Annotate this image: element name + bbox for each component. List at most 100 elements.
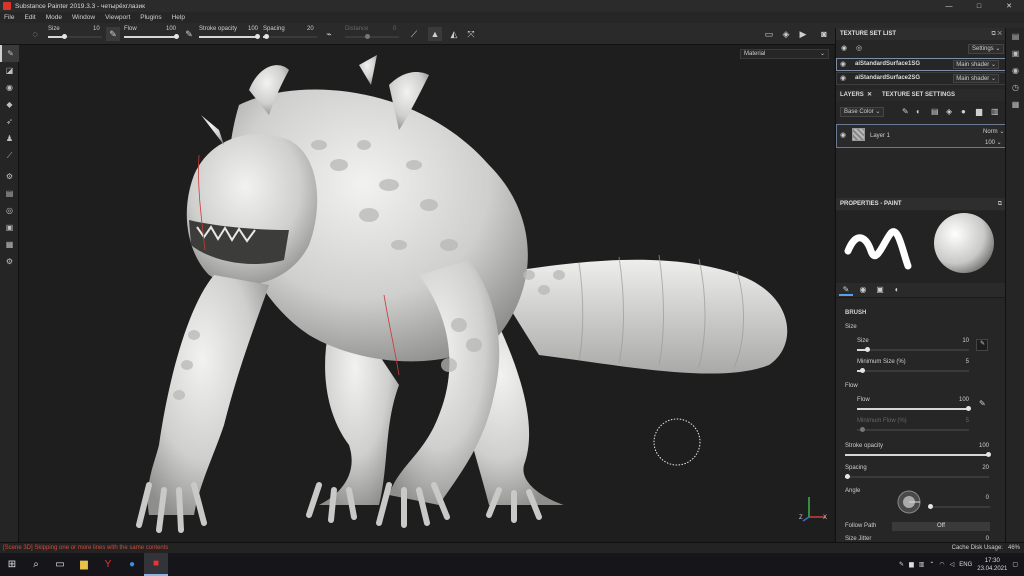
flow-pressure-icon[interactable]: ✎ — [182, 27, 196, 41]
display-mode-icon[interactable]: ◈ — [779, 27, 793, 41]
stencil-tab-icon[interactable]: ▣ — [873, 285, 887, 296]
projection-icon[interactable]: ◉ — [0, 79, 19, 96]
texture-set-row[interactable]: ◉ aiStandardSurface2SG Main shader ⌄ — [836, 72, 1006, 85]
clock[interactable]: 17:30 23.04.2021 — [977, 557, 1007, 573]
maximize-button[interactable]: □ — [964, 0, 994, 12]
layer-opacity[interactable]: 100 ⌄ — [985, 139, 1002, 146]
chevron-up-icon[interactable]: ⌃ — [929, 561, 934, 568]
export-icon[interactable]: ▦ — [0, 236, 19, 253]
notifications-icon[interactable]: ▢ — [1012, 561, 1018, 568]
panel-window-icons[interactable]: ⧉ ✕ — [991, 28, 1002, 40]
material-tab-icon[interactable]: ◐ — [890, 285, 904, 296]
stack-icon[interactable]: ▤ — [931, 107, 939, 116]
substance-painter-taskbar-icon[interactable]: ■ — [144, 553, 168, 576]
bake-icon[interactable]: ⚙ — [0, 168, 19, 185]
symmetry-settings-icon[interactable]: ◭ — [447, 27, 461, 41]
menu-file[interactable]: File — [4, 14, 14, 21]
angle-slider[interactable] — [928, 506, 990, 508]
settings-icon[interactable]: ⚙ — [0, 253, 19, 270]
spacing-slider[interactable] — [845, 476, 989, 478]
eye-toggle-icon[interactable]: ◎ — [856, 44, 862, 52]
smudge-icon[interactable]: ➶ — [0, 113, 19, 130]
trash-icon[interactable]: ▥ — [991, 107, 999, 116]
wifi-icon[interactable]: ◠ — [939, 561, 944, 568]
min-size-value[interactable]: 5 — [939, 359, 969, 365]
fill-layer-icon[interactable]: ◈ — [946, 107, 952, 116]
close-button[interactable]: ✕ — [994, 0, 1024, 12]
folder-tray-icon[interactable]: ▆ — [909, 561, 914, 568]
menu-plugins[interactable]: Plugins — [140, 14, 161, 21]
log-icon[interactable]: ▦ — [1006, 96, 1024, 113]
symmetry-icon[interactable]: ▲ — [428, 27, 442, 41]
menu-help[interactable]: Help — [172, 14, 185, 21]
pen-tray-icon[interactable]: ✎ — [899, 561, 904, 568]
layer-name[interactable]: Layer 1 — [870, 133, 890, 139]
layer-eye-icon[interactable]: ◉ — [840, 131, 846, 139]
3d-viewport[interactable]: Z X Material ⌄ — [19, 45, 834, 542]
toolbar-size-value[interactable]: 10 — [93, 26, 100, 32]
photoshop-export-icon[interactable]: ▣ — [0, 219, 19, 236]
viewport-channel-select[interactable]: Material ⌄ — [740, 49, 829, 59]
flow-value[interactable]: 100 — [939, 397, 969, 403]
minimize-button[interactable]: — — [934, 0, 964, 12]
toolbar-flow-value[interactable]: 100 — [166, 26, 176, 32]
yandex-browser-icon[interactable]: Y — [96, 553, 120, 576]
toolbar-spacing-value[interactable]: 20 — [307, 26, 314, 32]
layer-row[interactable]: ◉ Layer 1 Norm ⌄ 100 ⌄ — [836, 124, 1006, 148]
close-icon[interactable]: ✕ — [867, 89, 872, 101]
windows-start-icon[interactable]: ⊞ — [0, 553, 24, 576]
stroke-opacity-value[interactable]: 100 — [959, 443, 989, 449]
blend-mode-dropdown[interactable]: Norm ⌄ — [983, 128, 1004, 135]
shader-dropdown[interactable]: Main shader ⌄ — [953, 60, 999, 69]
symmetry-mirror-icon[interactable]: ⤧ — [464, 27, 478, 41]
panel-window-icons[interactable]: ⧉ — [998, 198, 1002, 210]
menu-viewport[interactable]: Viewport — [105, 14, 130, 21]
language-indicator[interactable]: ENG — [959, 562, 972, 568]
brush-tab-icon[interactable]: ✎ — [839, 285, 853, 296]
add-effect-icon[interactable]: ✎ — [902, 107, 909, 116]
size-value[interactable]: 10 — [939, 338, 969, 344]
file-explorer-icon[interactable]: ▆ — [72, 553, 96, 576]
clone-stamp-icon[interactable]: ♟ — [0, 130, 19, 147]
shader-dropdown[interactable]: Main shader ⌄ — [953, 74, 999, 83]
angle-value[interactable]: 0 — [959, 495, 989, 501]
history-icon[interactable]: ◷ — [1006, 79, 1024, 96]
texture-set-row[interactable]: ◉ aiStandardSurface1SG Main shader ⌄ — [836, 58, 1006, 71]
display-settings-icon[interactable]: ▣ — [1006, 45, 1024, 62]
tab-texture-set-settings[interactable]: TEXTURE SET SETTINGS — [882, 89, 955, 101]
menu-edit[interactable]: Edit — [24, 14, 35, 21]
shader-settings-icon[interactable]: ◉ — [1006, 62, 1024, 79]
toolbar-spacing-slider[interactable] — [263, 36, 317, 38]
eye-icon[interactable]: ◉ — [841, 44, 847, 52]
menu-window[interactable]: Window — [72, 14, 95, 21]
flow-pressure-icon[interactable]: ✎ — [979, 399, 986, 408]
toolbar-opacity-value[interactable]: 100 — [248, 26, 258, 32]
layer-stack-icon[interactable]: ▤ — [0, 185, 19, 202]
paint-brush-icon[interactable]: ✎ — [0, 45, 19, 62]
lazy-mouse-icon[interactable]: ⟋ — [407, 27, 421, 41]
settings-dropdown[interactable]: Settings ⌄ — [968, 44, 1005, 54]
brush-preset-icon[interactable]: ◌ — [28, 27, 42, 41]
follow-path-toggle[interactable]: Off — [892, 522, 990, 531]
angle-dial[interactable] — [896, 489, 922, 515]
blue-app-icon[interactable]: ● — [120, 553, 144, 576]
camera-frame-icon[interactable]: ▭ — [762, 27, 776, 41]
polygon-fill-icon[interactable]: ◆ — [0, 96, 19, 113]
min-size-slider[interactable] — [857, 370, 969, 372]
folder-icon[interactable]: ▆ — [976, 107, 982, 116]
alpha-tab-icon[interactable]: ◉ — [856, 285, 870, 296]
menu-mode[interactable]: Mode — [46, 14, 62, 21]
spacing-link-icon[interactable]: ⌁ — [322, 27, 336, 41]
visibility-eye-icon[interactable]: ◉ — [840, 73, 846, 84]
pen-pressure-icon[interactable]: ✎ — [976, 339, 988, 351]
video-icon[interactable]: ▶ — [796, 27, 810, 41]
eraser-icon[interactable]: ◪ — [0, 62, 19, 79]
color-picker-icon[interactable]: ⟋ — [0, 147, 19, 164]
paint-layer-icon[interactable]: ● — [961, 107, 966, 116]
pen-pressure-icon[interactable]: ✎ — [106, 27, 120, 41]
tab-layers[interactable]: LAYERS — [840, 89, 864, 101]
spacing-value[interactable]: 20 — [959, 465, 989, 471]
channel-dropdown[interactable]: Base Color ⌄ — [840, 107, 885, 117]
network-tray-icon[interactable]: ▥ — [919, 561, 925, 568]
volume-icon[interactable]: ◁ — [950, 561, 955, 568]
